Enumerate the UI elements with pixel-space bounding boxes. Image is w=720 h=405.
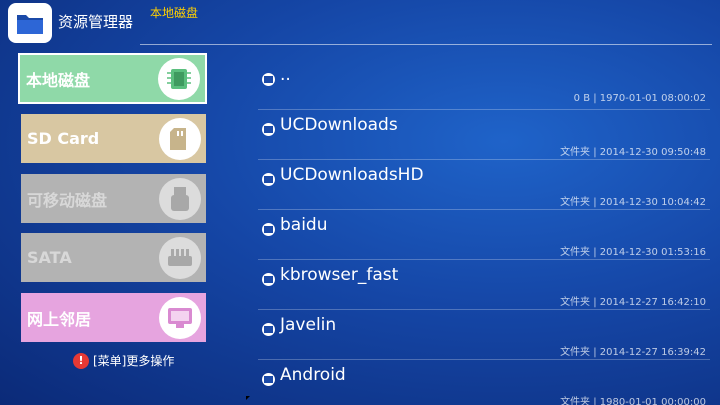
- file-meta: 文件夹 | 2014-12-30 09:50:48: [560, 147, 706, 158]
- file-name: UCDownloadsHD: [280, 165, 424, 185]
- folder-icon: [262, 373, 275, 386]
- sidebar-item-label: 本地磁盘: [26, 70, 91, 90]
- sidebar-item-label: SATA: [27, 248, 72, 267]
- file-meta: 文件夹 | 2014-12-30 01:53:16: [560, 247, 706, 258]
- sidebar-item-local-disk[interactable]: 本地磁盘: [18, 53, 207, 104]
- file-meta: 文件夹 | 2014-12-27 16:42:10: [560, 297, 706, 308]
- sidebar-item-label: 网上邻居: [27, 309, 92, 329]
- file-row[interactable]: Android 文件夹 | 1980-01-01 00:00:00: [258, 362, 710, 405]
- mouse-cursor: [246, 396, 250, 400]
- folder-icon: [262, 123, 275, 136]
- menu-hint: ! [菜单]更多操作: [73, 352, 174, 369]
- sidebar-item-sd-card[interactable]: SD Card: [21, 114, 206, 163]
- folder-icon: [262, 173, 275, 186]
- file-row[interactable]: baidu 文件夹 | 2014-12-30 01:53:16: [258, 212, 710, 260]
- folder-icon: [262, 223, 275, 236]
- folder-icon: [17, 15, 43, 34]
- alert-icon: !: [73, 352, 89, 369]
- folder-icon: [262, 273, 275, 286]
- file-name: kbrowser_fast: [280, 265, 399, 285]
- file-meta: 文件夹 | 1980-01-01 00:00:00: [560, 397, 706, 405]
- sidebar-item-removable-disk[interactable]: 可移动磁盘: [21, 174, 206, 223]
- file-name: UCDownloads: [280, 115, 398, 135]
- row-divider: [258, 359, 710, 360]
- row-divider: [258, 159, 710, 160]
- file-name: ..: [280, 65, 291, 85]
- header-divider: [140, 44, 712, 45]
- app-icon: [8, 3, 52, 43]
- file-name: Javelin: [280, 315, 337, 335]
- sata-icon: [159, 236, 201, 279]
- file-row-parent[interactable]: .. 0 B | 1970-01-01 08:00:02: [258, 62, 710, 110]
- breadcrumb: 本地磁盘: [150, 6, 199, 20]
- file-name: baidu: [280, 215, 328, 235]
- folder-icon: [262, 73, 275, 86]
- file-meta: 0 B | 1970-01-01 08:00:02: [573, 93, 706, 104]
- row-divider: [258, 309, 710, 310]
- file-row[interactable]: kbrowser_fast 文件夹 | 2014-12-27 16:42:10: [258, 262, 710, 310]
- usb-icon: [159, 177, 201, 220]
- app-title: 资源管理器: [58, 13, 134, 31]
- file-row[interactable]: Javelin 文件夹 | 2014-12-27 16:39:42: [258, 312, 710, 360]
- file-meta: 文件夹 | 2014-12-30 10:04:42: [560, 197, 706, 208]
- menu-hint-text: [菜单]更多操作: [93, 354, 175, 368]
- sidebar-item-sata[interactable]: SATA: [21, 233, 206, 282]
- row-divider: [258, 209, 710, 210]
- sidebar-item-label: 可移动磁盘: [27, 190, 108, 210]
- sidebar-item-label: SD Card: [27, 129, 100, 148]
- sidebar-item-network[interactable]: 网上邻居: [21, 293, 206, 342]
- file-name: Android: [280, 365, 346, 385]
- file-meta: 文件夹 | 2014-12-27 16:39:42: [560, 347, 706, 358]
- row-divider: [258, 109, 710, 110]
- sd-card-icon: [159, 117, 201, 160]
- chip-icon: [158, 57, 200, 100]
- row-divider: [258, 259, 710, 260]
- network-monitor-icon: [159, 296, 201, 339]
- file-row[interactable]: UCDownloads 文件夹 | 2014-12-30 09:50:48: [258, 112, 710, 160]
- folder-icon: [262, 323, 275, 336]
- file-row[interactable]: UCDownloadsHD 文件夹 | 2014-12-30 10:04:42: [258, 162, 710, 210]
